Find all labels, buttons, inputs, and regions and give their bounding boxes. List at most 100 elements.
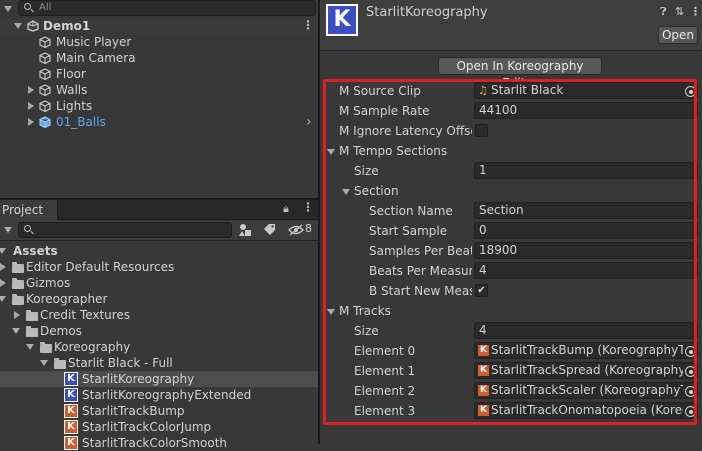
expand-icon[interactable] [12,328,20,334]
search-icon [24,225,31,232]
expand-icon[interactable] [0,279,6,287]
hierarchy-item-label: Lights [56,99,93,113]
search-icon [24,3,31,10]
folder-icon [12,262,24,273]
expand-icon[interactable] [14,311,20,319]
gameobject-cube-icon [39,100,51,112]
scene-row[interactable]: Demo1 ⋮ [0,18,318,34]
prefab-icon [39,116,51,128]
project-item-label: StarlitTrackBump [82,404,185,418]
asset-title: StarlitKoreography [366,5,488,20]
hierarchy-item-label: 01_Balls [56,115,106,129]
folder-icon [12,278,24,289]
filter-by-label-icon[interactable] [263,224,277,236]
koreography-icon: K [64,372,78,386]
hierarchy-item-label: Music Player [56,35,132,49]
project-item[interactable]: Starlit Black - Full [0,355,318,371]
folder-icon [12,294,24,305]
hierarchy-search-input[interactable]: All [18,0,316,16]
expand-icon[interactable] [0,248,6,254]
search-placeholder: All [39,2,52,13]
project-item[interactable]: K StarlitTrackColorSmooth [0,435,318,451]
unity-scene-icon [27,20,39,32]
hierarchy-item[interactable]: Main Camera [0,50,318,66]
project-item-label: Gizmos [26,276,71,290]
project-item[interactable]: K StarlitTrackBump [0,403,318,419]
highlight-box [323,79,697,425]
project-item-label: Koreography [54,340,131,354]
hierarchy-item[interactable]: Walls [0,82,318,98]
expand-icon[interactable] [14,23,22,29]
hidden-packages-count: 8 [305,222,312,235]
hierarchy-item-label: Floor [56,67,86,81]
gameobject-cube-icon [39,68,51,80]
expand-icon[interactable] [28,118,34,126]
open-button[interactable]: Open [658,26,698,44]
project-item[interactable]: Demos [0,323,318,339]
gameobject-cube-icon [39,52,51,64]
expand-icon[interactable] [40,360,48,366]
scene-name: Demo1 [43,19,91,33]
project-item[interactable]: Koreographer [0,291,318,307]
project-item[interactable]: K StarlitKoreographyExtended [0,387,318,403]
hierarchy-item[interactable]: Floor [0,66,318,82]
hidden-packages-icon[interactable] [288,224,304,236]
project-item[interactable]: Koreography [0,339,318,355]
project-item[interactable]: Gizmos [0,275,318,291]
gameobject-cube-icon [39,84,51,96]
hierarchy-item-label: Main Camera [56,51,136,65]
project-toolbar: 8 [0,220,318,241]
project-search-input[interactable] [18,222,232,238]
project-item-label: StarlitKoreographyExtended [82,388,252,402]
project-item[interactable]: K StarlitKoreography [0,371,318,387]
gameobject-cube-icon [39,36,51,48]
koreography-icon: K [64,388,78,402]
project-item-label: StarlitTrackColorSmooth [82,436,228,450]
project-item-label: Assets [13,244,58,258]
folder-icon [40,342,52,353]
hierarchy-item[interactable]: 01_Balls › [0,114,318,130]
kebab-menu-icon[interactable]: ⋮ [302,200,314,214]
kebab-menu-icon[interactable]: ⋮ [690,5,701,18]
expand-icon[interactable] [0,263,6,271]
project-item[interactable]: Assets [0,243,318,259]
koreography-track-icon: K [64,420,78,434]
hierarchy-item[interactable]: Lights [0,98,318,114]
open-in-koreography-editor-button[interactable]: Open In Koreography Editor [438,57,602,90]
inspector-header: K StarlitKoreography ❓︎ ⇅ ⋮ Open [320,0,702,51]
folder-icon [26,310,38,321]
koreography-track-icon: K [64,436,78,450]
project-item[interactable]: K StarlitTrackColorJump [0,419,318,435]
koreography-track-icon: K [64,404,78,418]
create-dropdown-icon[interactable] [4,227,12,233]
expand-icon[interactable] [28,102,34,110]
project-item-label: Editor Default Resources [26,260,175,274]
lock-icon[interactable]: 🔒︎ [283,202,289,216]
project-item-label: Credit Textures [40,308,131,322]
hierarchy-item[interactable]: Music Player [0,34,318,50]
hierarchy-item-label: Walls [56,83,88,97]
koreography-asset-icon: K [326,4,358,36]
tab-project[interactable]: Project [0,200,58,220]
help-icon[interactable]: ❓︎ [660,5,667,19]
expand-icon[interactable] [0,296,6,302]
project-item-label: StarlitTrackColorJump [82,420,212,434]
tab-project-label: Project [2,203,44,217]
filter-by-type-icon[interactable] [238,223,254,237]
kebab-menu-icon[interactable]: ⋮ [302,17,314,33]
project-item[interactable]: Credit Textures [0,307,318,323]
expand-icon[interactable] [26,344,34,350]
project-item-label: Demos [40,324,82,338]
project-item[interactable]: Editor Default Resources [0,259,318,275]
project-item-label: StarlitKoreography [82,372,195,386]
expand-icon[interactable] [28,86,34,94]
chevron-right-icon[interactable]: › [306,114,312,130]
folder-icon [26,326,38,337]
hierarchy-panel: All Demo1 ⋮ Music Player Main Camera Floor… [0,0,318,198]
project-tree: Assets Editor Default Resources Gizmos Kore… [0,241,318,450]
project-tabbar: Project 🔒︎ ⋮ [0,200,318,220]
create-dropdown-icon[interactable] [4,6,12,12]
folder-icon [54,358,66,369]
presets-icon[interactable]: ⇅ [675,5,684,18]
project-item-label: Starlit Black - Full [68,356,173,370]
